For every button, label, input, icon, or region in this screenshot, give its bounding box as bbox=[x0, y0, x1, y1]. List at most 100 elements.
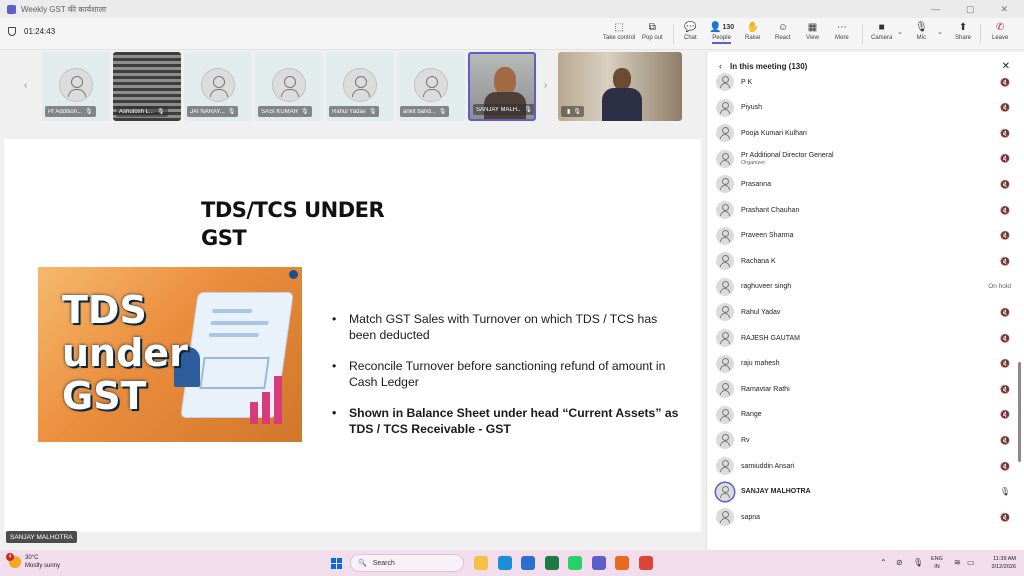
video-tile[interactable]: Rahul Yadav 🎙 bbox=[326, 52, 394, 121]
slide-title-line1: TDS/TCS UNDER bbox=[201, 198, 385, 222]
raise-label: Raise bbox=[745, 35, 761, 41]
file-explorer-icon[interactable] bbox=[474, 556, 488, 570]
camera-options-chevron-icon[interactable]: ⌄ bbox=[897, 28, 903, 36]
participant-text: Ramavtar Rathi bbox=[741, 386, 790, 393]
participant-row[interactable]: Piyush 🔇 bbox=[707, 96, 1013, 120]
timer-text: 01:24:43 bbox=[24, 27, 56, 36]
weather-widget[interactable]: 4 30°C Mostly sunny bbox=[6, 553, 60, 570]
meet-now-icon[interactable]: ⊘ bbox=[896, 558, 903, 567]
participant-name: SANJAY MALHOTRA bbox=[741, 488, 811, 496]
scrollbar[interactable] bbox=[1018, 362, 1021, 462]
pop-out-button[interactable]: ⧉ Pop out bbox=[642, 20, 663, 42]
participant-row[interactable]: raghuveer singh On hold bbox=[707, 275, 1013, 299]
video-tile[interactable]: SASI KUMAR 🎙 bbox=[255, 52, 323, 121]
video-tile-active-speaker[interactable]: SANJAY MALH... 🎙 bbox=[468, 52, 536, 121]
sun-icon: 4 bbox=[6, 553, 21, 568]
tile-name: Ashutosh L... bbox=[119, 108, 155, 115]
excel-icon[interactable] bbox=[544, 556, 559, 570]
chrome-icon[interactable] bbox=[638, 556, 653, 570]
minimize-icon[interactable]: — bbox=[931, 4, 940, 15]
more-icon: ⋯ bbox=[836, 21, 847, 33]
windows-taskbar: 4 30°C Mostly sunny 🔍 Search ⌃ ⊘ 🎙 ENG I… bbox=[0, 550, 1024, 576]
participant-row[interactable]: Prashant Chauhan 🔇 bbox=[707, 198, 1013, 222]
store-icon[interactable] bbox=[521, 556, 535, 570]
slide-title: TDS/TCS UNDER GST bbox=[201, 196, 385, 252]
avatar bbox=[716, 226, 734, 245]
avatar bbox=[201, 68, 235, 102]
participant-row[interactable]: samiuddin Ansari 🔇 bbox=[707, 454, 1013, 478]
teams-logo-icon bbox=[7, 4, 16, 14]
participant-row[interactable]: SANJAY MALHOTRA 🎙 bbox=[707, 480, 1013, 504]
participant-row[interactable]: Prasanna 🔇 bbox=[707, 172, 1013, 196]
avatar bbox=[716, 354, 734, 373]
illustration-text-line: GST bbox=[62, 374, 147, 418]
system-clock[interactable]: 11:39 AM 3/12/2026 bbox=[982, 555, 1016, 571]
video-tile[interactable]: ankit band... 🎙 bbox=[397, 52, 465, 121]
whatsapp-icon[interactable] bbox=[568, 556, 582, 570]
chat-button[interactable]: 💬 Chat bbox=[684, 20, 697, 42]
mic-button[interactable]: 🎙 Mic bbox=[915, 20, 928, 42]
participant-text: P K bbox=[741, 79, 752, 86]
participant-name: raghuveer singh bbox=[741, 283, 792, 291]
bar-graphic bbox=[262, 392, 270, 424]
leave-label: Leave bbox=[992, 35, 1009, 41]
firefox-icon[interactable] bbox=[615, 556, 629, 570]
lang-line2: IN bbox=[934, 564, 940, 570]
mic-muted-icon: 🎙 bbox=[573, 109, 581, 115]
maximize-icon[interactable]: ▢ bbox=[966, 4, 975, 15]
wifi-icon[interactable]: ≋ bbox=[954, 558, 961, 567]
teams-icon[interactable] bbox=[591, 556, 606, 570]
video-tile[interactable]: ▮ 🎙 bbox=[558, 52, 682, 121]
close-window-icon[interactable]: ✕ bbox=[1000, 4, 1008, 15]
video-tile[interactable]: Pr Addition... 🎙 bbox=[42, 52, 110, 121]
participant-video-body bbox=[602, 88, 642, 121]
mic-options-chevron-icon[interactable]: ⌄ bbox=[937, 28, 943, 36]
raise-hand-button[interactable]: ✋ Raise bbox=[745, 20, 761, 42]
take-control-button[interactable]: ⬚ Take control bbox=[603, 20, 635, 42]
more-button[interactable]: ⋯ More bbox=[835, 20, 849, 42]
camera-button[interactable]: ■ Camera bbox=[871, 20, 892, 42]
mic-muted-icon: 🔇 bbox=[1000, 384, 1010, 394]
avatar bbox=[716, 508, 734, 527]
react-button[interactable]: ☺ React bbox=[775, 20, 791, 42]
participant-row[interactable]: Praveen Sharma 🔇 bbox=[707, 224, 1013, 248]
participant-row[interactable]: raju mahesh 🔇 bbox=[707, 352, 1013, 376]
strip-prev-arrow-icon[interactable]: ‹ bbox=[24, 80, 27, 91]
show-hidden-icons-icon[interactable]: ⌃ bbox=[880, 558, 887, 567]
edge-icon[interactable] bbox=[497, 556, 512, 570]
participant-row[interactable]: Rv 🔇 bbox=[707, 428, 1013, 452]
people-icon: 👤 130 bbox=[709, 20, 734, 34]
video-tile[interactable]: JAI NARAY... 🎙 bbox=[184, 52, 252, 121]
people-button[interactable]: 👤 130 People bbox=[709, 20, 734, 44]
taskbar-search[interactable]: 🔍 Search bbox=[350, 554, 464, 572]
participant-row[interactable]: Ramavtar Rathi 🔇 bbox=[707, 377, 1013, 401]
participant-row[interactable]: Rachana K 🔇 bbox=[707, 249, 1013, 273]
video-tile[interactable]: Ashutosh L... 🎙 bbox=[113, 52, 181, 121]
participant-name: Range bbox=[741, 411, 762, 419]
view-button[interactable]: ▦ View bbox=[806, 20, 819, 42]
start-button[interactable] bbox=[331, 558, 342, 569]
leave-button[interactable]: ✆ Leave bbox=[992, 20, 1009, 42]
toolbar-divider bbox=[862, 24, 863, 44]
shared-slide: TDS/TCS UNDER GST TDS under GST Match GS… bbox=[4, 139, 701, 532]
language-indicator[interactable]: ENG IN bbox=[931, 555, 943, 571]
participant-row[interactable]: RAJESH GAUTAM 🔇 bbox=[707, 326, 1013, 350]
avatar bbox=[59, 68, 93, 102]
share-button[interactable]: ⬆ Share bbox=[955, 20, 971, 42]
weather-text: 30°C Mostly sunny bbox=[25, 554, 60, 570]
tile-name-tag: ankit band... 🎙 bbox=[400, 106, 450, 117]
strip-next-arrow-icon[interactable]: › bbox=[544, 80, 547, 91]
mic-muted-tray-icon[interactable]: 🎙 bbox=[913, 558, 923, 567]
doc-table bbox=[199, 357, 270, 389]
participant-row[interactable]: Range 🔇 bbox=[707, 403, 1013, 427]
battery-icon[interactable]: ▭ bbox=[967, 558, 975, 567]
participant-row[interactable]: Rahul Yadav 🔇 bbox=[707, 300, 1013, 324]
participant-text: raju mahesh bbox=[741, 360, 780, 367]
participant-row[interactable]: sapna 🔇 bbox=[707, 505, 1013, 529]
window-controls: — ▢ ✕ bbox=[931, 4, 1008, 15]
mic-muted-icon: 🎙 bbox=[438, 109, 447, 115]
mic-muted-icon: 🎙 bbox=[85, 109, 93, 115]
participant-row[interactable]: Pooja Kumari Kulhari 🔇 bbox=[707, 121, 1013, 145]
participant-row[interactable]: Pr Additional Director General Organizer 🔇 bbox=[707, 147, 1013, 171]
participant-row[interactable]: P K 🔇 bbox=[707, 70, 1013, 94]
